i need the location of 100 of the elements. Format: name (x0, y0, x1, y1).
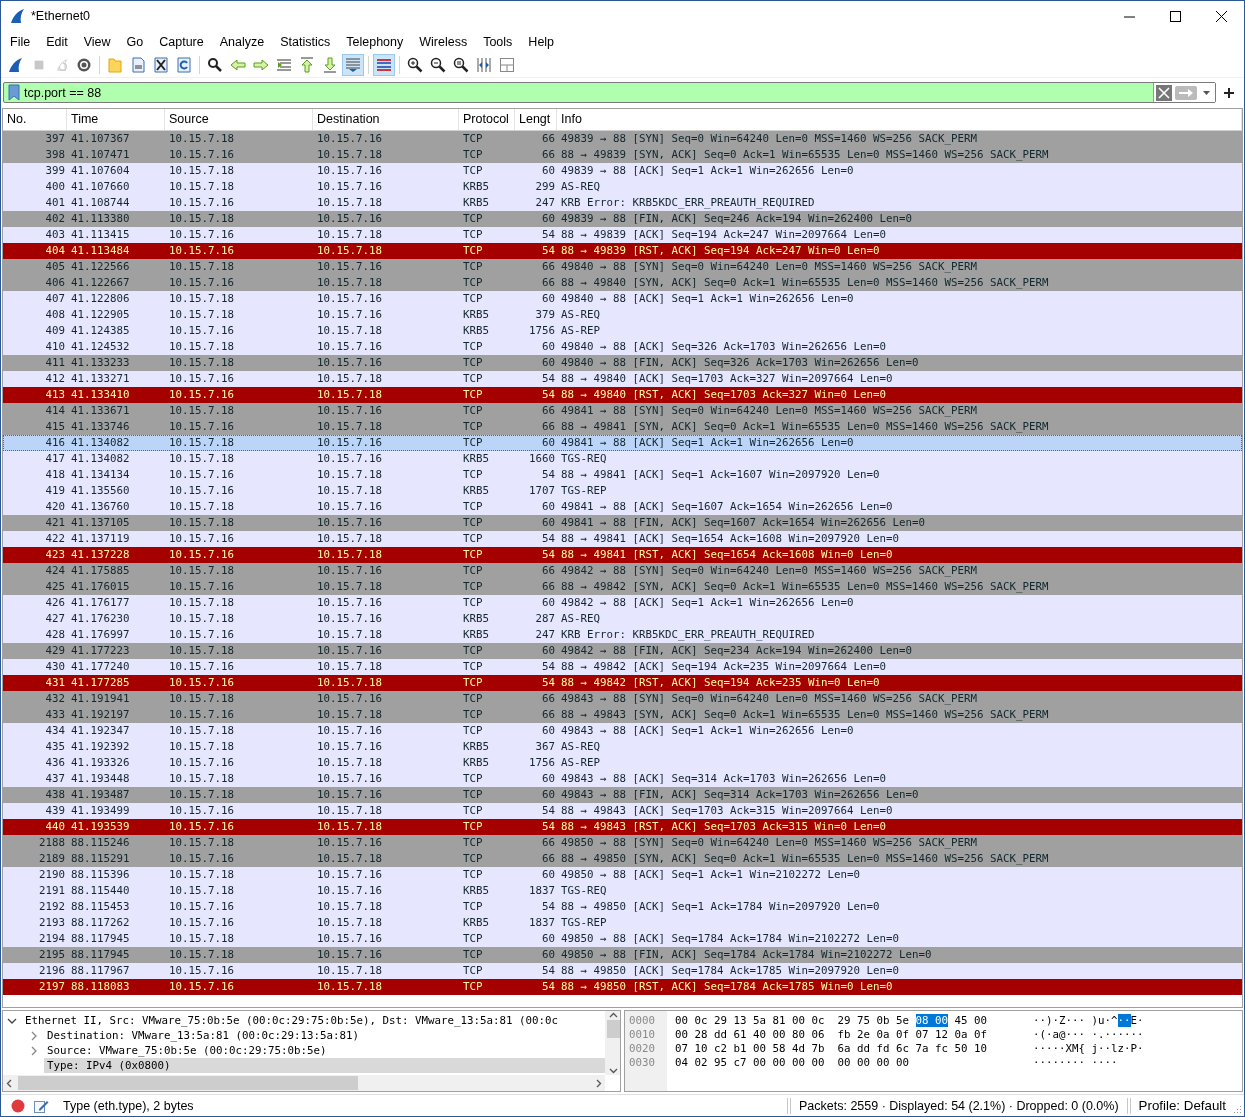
table-cell-text: 49843 → 88 [ACK] Seq=1 Ack=1 Win=262656 Len=0 (560, 722, 855, 739)
table-cell-text: 403 (44, 226, 66, 243)
table-cell-text: 41.192347 (70, 722, 131, 739)
table-cell-text: 88 → 49843 [ACK] Seq=1703 Ack=315 Win=2097664 Len=0 (560, 802, 894, 819)
table-cell-text: 88.115291 (70, 850, 131, 867)
close-icon (1215, 10, 1227, 22)
clear-button[interactable] (1156, 84, 1172, 101)
resize-grip-icon (1232, 1104, 1242, 1114)
table-cell-text: 431 (44, 674, 66, 691)
table-cell-text: KRB5 (462, 626, 490, 643)
table-cell-text: 10.15.7.18 (168, 930, 235, 947)
zoom-out-icon (430, 57, 446, 74)
table-cell-text: 41.133746 (70, 418, 131, 435)
table-cell-text: 10.15.7.16 (316, 354, 383, 371)
table-cell-text: 10.15.7.18 (168, 354, 235, 371)
table-cell-text: 49843 → 88 [SYN] Seq=0 Win=64240 Len=0 MSS=1460 WS=256 SACK_PERM (560, 690, 979, 707)
table-cell-text: 49842 → 88 [SYN] Seq=0 Win=64240 Len=0 MSS=1460 WS=256 SACK_PERM (560, 562, 979, 579)
table-cell-text: KRB5 (462, 754, 490, 771)
menu-item[interactable]: Tools (475, 32, 521, 53)
filter-dropdown[interactable] (1200, 90, 1213, 95)
table-cell-text: 10.15.7.18 (316, 386, 383, 403)
table-cell-text: TCP (462, 962, 484, 979)
table-cell-text: 10.15.7.16 (316, 738, 383, 755)
table-cell-text: 49850 → 88 [FIN, ACK] Seq=1784 Ack=1784 Win=2102272 Len=0 (560, 946, 933, 963)
table-cell-text: 10.15.7.16 (316, 562, 383, 579)
table-cell-text: 10.15.7.16 (168, 194, 235, 211)
table-cell-text: 10.15.7.16 (168, 322, 235, 339)
scrollbar-thumb[interactable] (606, 1020, 620, 1039)
table-cell-text: 88 → 49850 [ACK] Seq=1784 Ack=1785 Win=2097920 Len=0 (560, 962, 900, 979)
menu-item[interactable]: Telephony (338, 32, 412, 53)
table-cell-text: 10.15.7.18 (168, 402, 235, 419)
tree-item[interactable]: Source: VMware_75:0b:5e (00:0c:29:75:0b:5e) (44, 1043, 330, 1059)
menu-item[interactable]: Capture (151, 32, 212, 53)
menu-item[interactable]: View (75, 32, 119, 53)
horizontal-scrollbar[interactable] (3, 1075, 605, 1091)
display-filter-bar[interactable]: tcp.port == 88 (3, 82, 1216, 104)
expert-info-icon[interactable] (11, 1098, 25, 1113)
tree-item[interactable]: Type: IPv4 (0x0800) (44, 1058, 605, 1074)
table-cell-text: 88.117967 (70, 962, 131, 979)
table-cell-text: TGS-REQ (560, 450, 608, 467)
table-cell-text: KRB5 (462, 306, 490, 323)
table-cell-text: 88 → 49842 [ACK] Seq=194 Ack=235 Win=2097664 Len=0 (560, 658, 887, 675)
table-cell-text: 10.15.7.16 (316, 402, 383, 419)
table-cell-text: TCP (462, 930, 484, 947)
table-cell-text: 10.15.7.18 (316, 482, 383, 499)
table-cell-text: TCP (462, 290, 484, 307)
right-arrow-icon (253, 57, 269, 74)
table-cell-text: 2188 (38, 834, 66, 851)
menu-item[interactable]: Wireless (411, 32, 476, 53)
table-cell-text: 60 (541, 338, 556, 355)
menu-item[interactable]: Statistics (272, 32, 339, 53)
menu-item[interactable]: File (2, 32, 39, 53)
menu-item[interactable]: Edit (38, 32, 76, 53)
table-cell-text: TCP (462, 850, 484, 867)
table-cell-text: 10.15.7.18 (316, 802, 383, 819)
table-cell-text: TCP (462, 370, 484, 387)
table-cell-text: 66 (541, 146, 556, 163)
table-cell-text: 10.15.7.18 (316, 978, 383, 995)
tree-item[interactable]: Destination: VMware_13:5a:81 (00:0c:29:13:5a:81) (44, 1028, 362, 1044)
table-cell-text: 60 (541, 946, 556, 963)
table-cell-text: 41.177285 (70, 674, 131, 691)
table-cell-text: 10.15.7.16 (316, 338, 383, 355)
file-icon (130, 57, 146, 74)
table-cell-text: TCP (462, 530, 484, 547)
table-cell-text: 426 (44, 594, 66, 611)
table-cell-text: 10.15.7.18 (168, 642, 235, 659)
table-cell-text: 66 (541, 578, 556, 595)
table-cell-text: 41.107367 (70, 130, 131, 147)
table-cell-text: 429 (44, 642, 66, 659)
filter-text-field[interactable]: tcp.port == 88 (24, 83, 1153, 102)
table-cell-text: 10.15.7.18 (168, 690, 235, 707)
tree-item[interactable]: Ethernet II, Src: VMware_75:0b:5e (00:0c:29:75:0b:5e), Dst: VMware_13:5a:81 (00:0c (22, 1013, 562, 1029)
table-cell-text: 41.193499 (70, 802, 131, 819)
scrollbar-thumb[interactable] (18, 1076, 358, 1090)
table-cell-text: 41.192392 (70, 738, 131, 755)
menu-item[interactable]: Help (520, 32, 563, 53)
table-cell-text: 10.15.7.16 (316, 594, 383, 611)
table-cell-text: 10.15.7.18 (168, 130, 235, 147)
table-cell-text: 10.15.7.16 (168, 818, 235, 835)
table-cell-text: TCP (462, 354, 484, 371)
table-cell-text: 10.15.7.16 (316, 258, 383, 275)
table-cell-text: 10.15.7.18 (316, 754, 383, 771)
table-cell-text: TCP (462, 706, 484, 723)
vertical-scrollbar[interactable] (605, 1011, 620, 1075)
ascii-bytes: ·· (1117, 1014, 1131, 1028)
table-cell-text: 412 (44, 370, 66, 387)
profile-button[interactable]: Profile: Default (1138, 1095, 1226, 1116)
bookmark-icon[interactable] (7, 84, 21, 102)
table-cell-text: 10.15.7.16 (168, 914, 235, 931)
menu-item[interactable]: Go (118, 32, 152, 53)
table-cell-text: 421 (44, 514, 66, 531)
table-cell-text: 10.15.7.18 (168, 594, 235, 611)
menu-item[interactable]: Analyze (211, 32, 273, 53)
table-cell-text: TCP (462, 466, 484, 483)
table-cell-text: 408 (44, 306, 66, 323)
table-cell-text: KRB5 (462, 178, 490, 195)
table-cell-text: 10.15.7.16 (316, 834, 383, 851)
up-arrow-icon (299, 57, 315, 74)
table-cell-text: AS-REQ (560, 306, 601, 323)
table-cell-text: KRB5 (462, 914, 490, 931)
